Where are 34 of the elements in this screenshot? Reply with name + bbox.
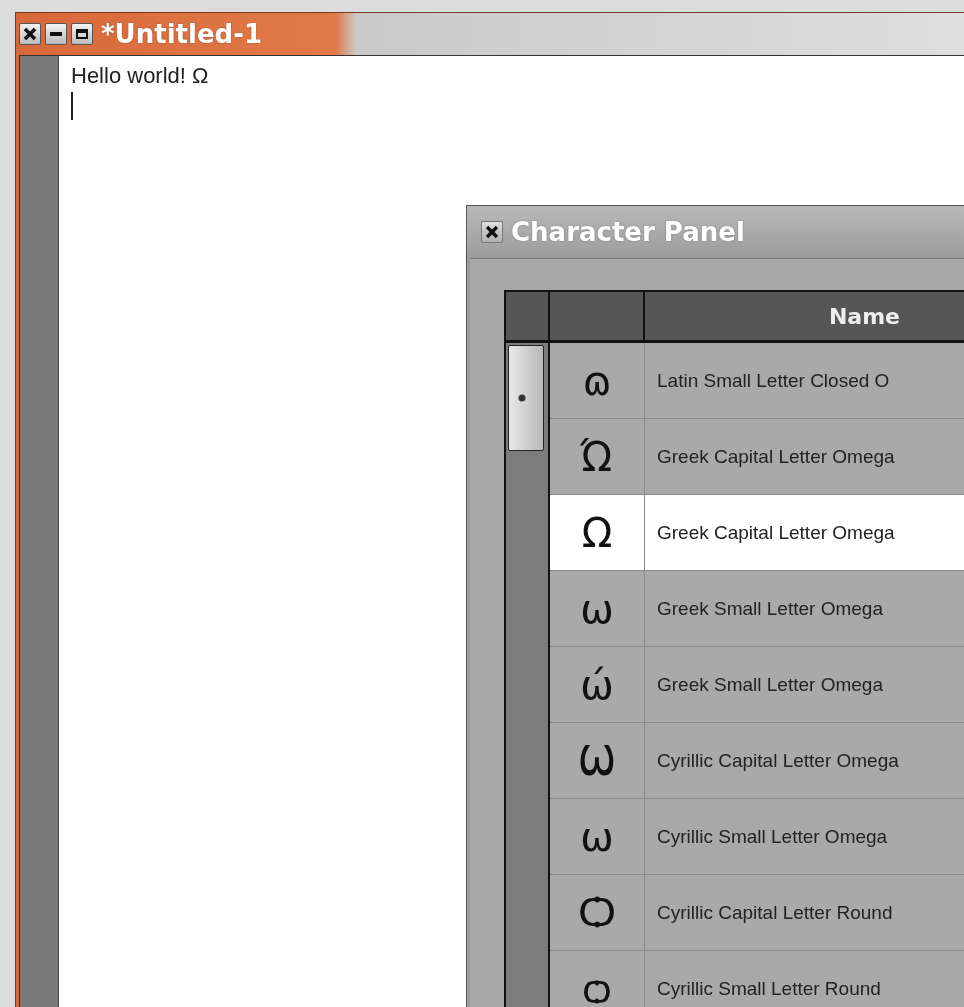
name-cell[interactable]: Cyrillic Small Letter Omega xyxy=(645,799,964,875)
character-cell[interactable]: ѻ xyxy=(550,951,645,1007)
character-cell[interactable]: Ω xyxy=(550,495,645,571)
minimize-button[interactable] xyxy=(45,23,67,45)
grip-icon xyxy=(518,394,526,402)
text-line: Hello world! Ω xyxy=(71,62,210,90)
minimize-icon xyxy=(50,32,62,36)
close-button[interactable] xyxy=(19,23,41,45)
name-cell[interactable]: Greek Small Letter Omega xyxy=(645,647,964,723)
scrollbar[interactable] xyxy=(506,343,550,1007)
character-cell[interactable]: ω xyxy=(550,571,645,647)
character-cell[interactable]: ѡ xyxy=(550,799,645,875)
close-icon xyxy=(485,225,499,239)
name-cell[interactable]: Latin Small Letter Closed O xyxy=(645,343,964,419)
maximize-button[interactable] xyxy=(71,23,93,45)
name-cell[interactable]: Cyrillic Small Letter Round xyxy=(645,951,964,1007)
maximize-icon xyxy=(76,29,88,39)
name-cell[interactable]: Greek Capital Letter Omega xyxy=(645,419,964,495)
close-icon xyxy=(23,27,37,41)
character-cell[interactable]: ɷ xyxy=(550,343,645,419)
name-cell[interactable]: Cyrillic Capital Letter Round xyxy=(645,875,964,951)
character-cell[interactable]: Ѻ xyxy=(550,875,645,951)
name-cell[interactable]: Cyrillic Capital Letter Omega xyxy=(645,723,964,799)
close-button[interactable] xyxy=(481,221,503,243)
character-cell[interactable]: Ώ xyxy=(550,419,645,495)
name-cell[interactable]: Greek Capital Letter Omega xyxy=(645,495,964,571)
character-cell[interactable]: Ѡ xyxy=(550,723,645,799)
character-cell[interactable]: ώ xyxy=(550,647,645,723)
text-cursor xyxy=(71,92,73,120)
name-cell[interactable]: Greek Small Letter Omega xyxy=(645,571,964,647)
column-header[interactable]: Name xyxy=(645,292,964,343)
window-title: Character Panel xyxy=(511,217,745,247)
scroll-thumb[interactable] xyxy=(508,345,544,451)
window-title: *Untitled-1 xyxy=(101,19,263,49)
